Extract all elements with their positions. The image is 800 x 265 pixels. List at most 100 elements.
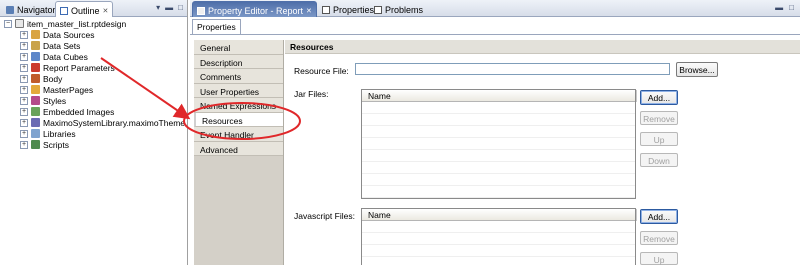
tab-properties-label: Properties [333, 5, 375, 15]
section-title: Resources [285, 40, 800, 54]
outline-icon [60, 6, 68, 15]
tab-problems[interactable]: Problems [370, 1, 427, 17]
property-editor-area: Property Editor - Report ✕ Properties Pr… [190, 0, 800, 265]
collapse-icon[interactable]: − [4, 19, 12, 28]
tab-navigator[interactable]: Navigator [2, 1, 60, 17]
editor-tabbar: Property Editor - Report ✕ Properties Pr… [190, 0, 800, 17]
js-up-button[interactable]: Up [640, 252, 678, 265]
tree-item[interactable]: + Libraries [0, 128, 186, 139]
javascript-files-table-header: Name [362, 209, 637, 221]
property-editor-icon [197, 6, 205, 15]
tab-property-editor[interactable]: Property Editor - Report ✕ [192, 1, 317, 17]
tree-item[interactable]: + Data Sources [0, 29, 186, 40]
maximize-icon[interactable]: □ [789, 3, 794, 12]
data-sets-icon [31, 41, 40, 50]
tree-item[interactable]: + Embedded Images [0, 106, 186, 117]
expand-icon[interactable]: + [20, 140, 28, 149]
tree-item[interactable]: + Scripts [0, 139, 186, 150]
expand-icon[interactable]: + [20, 30, 28, 39]
jar-remove-button[interactable]: Remove [640, 111, 678, 125]
tab-navigator-label: Navigator [17, 5, 56, 15]
properties-icon [322, 6, 330, 14]
minimize-icon[interactable]: ▬ [775, 3, 783, 12]
tree-item-label: Body [43, 73, 63, 84]
tree-item-label: Data Sets [43, 40, 81, 51]
jar-add-button[interactable]: Add... [640, 90, 678, 105]
data-sources-icon [31, 30, 40, 39]
javascript-files-table[interactable]: Name [361, 208, 637, 265]
name-column-header[interactable]: Name [362, 209, 637, 221]
maximize-icon[interactable]: □ [178, 3, 183, 12]
report-parameters-icon [31, 63, 40, 72]
tree-item[interactable]: + MaximoSystemLibrary.maximoTheme [0, 117, 186, 128]
theme-icon [31, 118, 40, 127]
data-cubes-icon [31, 52, 40, 61]
tree-item-label: Scripts [43, 139, 69, 150]
category-item[interactable]: Event Handler [194, 127, 283, 142]
tree-root[interactable]: − item_master_list.rptdesign [0, 18, 186, 29]
category-item[interactable]: Named Expressions [194, 98, 283, 113]
expand-icon[interactable]: + [20, 129, 28, 138]
expand-icon[interactable]: + [20, 96, 28, 105]
report-design-icon [15, 19, 24, 28]
category-item[interactable]: General [194, 40, 283, 55]
tree-item[interactable]: + MasterPages [0, 84, 186, 95]
jar-files-rows [362, 102, 635, 198]
browse-button[interactable]: Browse... [676, 62, 718, 77]
outline-view: Navigator Outline ✕ ▾ ▬ □ − item_master_… [0, 0, 188, 265]
jar-files-table[interactable]: Name [361, 89, 637, 199]
name-column-header[interactable]: Name [362, 90, 637, 102]
subtab-properties[interactable]: Properties [192, 19, 241, 34]
tree-item[interactable]: + Styles [0, 95, 186, 106]
body-icon [31, 74, 40, 83]
javascript-files-rows [362, 221, 635, 265]
libraries-icon [31, 129, 40, 138]
tree-item-label: Data Cubes [43, 51, 88, 62]
tree-root-label: item_master_list.rptdesign [27, 18, 127, 29]
category-item[interactable]: Advanced [194, 141, 283, 156]
embedded-images-icon [31, 107, 40, 116]
tree-item[interactable]: + Data Sets [0, 40, 186, 51]
tree-item-label: Data Sources [43, 29, 95, 40]
masterpages-icon [31, 85, 40, 94]
tab-outline[interactable]: Outline ✕ [55, 1, 114, 17]
view-menu-icon[interactable]: ▾ [156, 3, 160, 12]
expand-icon[interactable]: + [20, 74, 28, 83]
minimize-icon[interactable]: ▬ [165, 3, 173, 12]
tab-outline-label: Outline [71, 5, 100, 16]
javascript-files-label: Javascript Files: [294, 211, 355, 221]
category-item[interactable]: Resources [194, 112, 283, 127]
category-item[interactable]: User Properties [194, 83, 283, 98]
close-icon[interactable]: ✕ [103, 7, 109, 15]
jar-up-button[interactable]: Up [640, 132, 678, 146]
problems-icon [374, 6, 382, 14]
js-add-button[interactable]: Add... [640, 209, 678, 224]
tree-item-label: MaximoSystemLibrary.maximoTheme [43, 117, 186, 128]
expand-icon[interactable]: + [20, 85, 28, 94]
outline-tree: − item_master_list.rptdesign + Data Sourc… [0, 18, 186, 150]
tree-item[interactable]: + Report Parameters [0, 62, 186, 73]
js-remove-button[interactable]: Remove [640, 231, 678, 245]
close-icon[interactable]: ✕ [306, 7, 312, 15]
tree-item-label: Report Parameters [43, 62, 115, 73]
expand-icon[interactable]: + [20, 41, 28, 50]
editor-window-toolbar: ▬ □ [775, 3, 794, 12]
tree-item[interactable]: + Data Cubes [0, 51, 186, 62]
tree-item[interactable]: + Body [0, 73, 186, 84]
tab-property-editor-label: Property Editor - Report [208, 5, 304, 16]
expand-icon[interactable]: + [20, 107, 28, 116]
category-list: General Description Comments User Propertie… [194, 40, 284, 265]
styles-icon [31, 96, 40, 105]
jar-files-label: Jar Files: [294, 89, 329, 99]
outline-view-toolbar: ▾ ▬ □ [156, 3, 183, 12]
expand-icon[interactable]: + [20, 118, 28, 127]
tree-item-label: MasterPages [43, 84, 94, 95]
jar-files-table-header: Name [362, 90, 637, 102]
expand-icon[interactable]: + [20, 63, 28, 72]
resource-file-input[interactable] [355, 63, 670, 75]
category-item[interactable]: Description [194, 54, 283, 69]
category-item[interactable]: Comments [194, 69, 283, 84]
jar-down-button[interactable]: Down [640, 153, 678, 167]
expand-icon[interactable]: + [20, 52, 28, 61]
navigator-icon [6, 6, 14, 14]
